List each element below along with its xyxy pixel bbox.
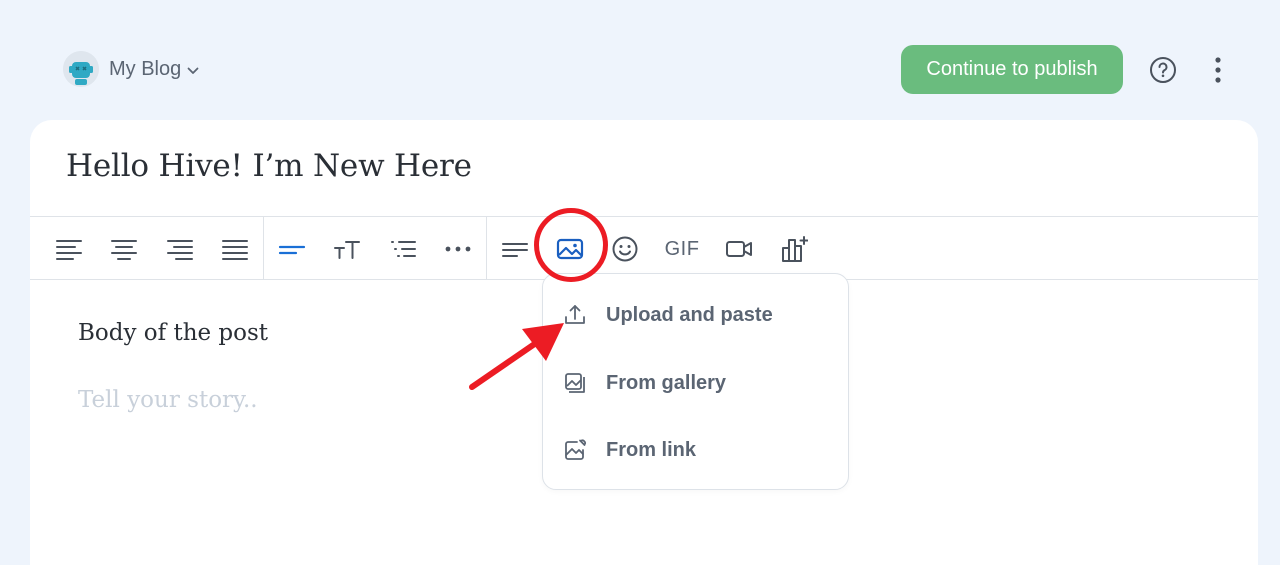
toolbar-separator	[486, 217, 487, 280]
align-center-button[interactable]	[106, 231, 142, 267]
post-title[interactable]: Hello Hive! I’m New Here	[66, 148, 472, 184]
chart-icon	[782, 236, 808, 262]
menu-item-label: From link	[606, 438, 697, 461]
menu-item-from-link[interactable]: From link	[543, 422, 848, 478]
chevron-down-icon	[187, 67, 199, 74]
avatar	[63, 51, 99, 87]
more-dots-icon	[445, 246, 471, 252]
menu-item-from-gallery[interactable]: From gallery	[543, 355, 848, 411]
text-style-button[interactable]	[274, 231, 310, 267]
align-right-icon	[167, 240, 193, 260]
list-icon	[391, 241, 416, 257]
text-style-icon	[278, 245, 306, 255]
emoji-icon	[612, 236, 638, 262]
robot-avatar-icon	[63, 51, 99, 87]
align-right-button[interactable]	[162, 231, 198, 267]
video-icon	[726, 241, 752, 257]
gif-button[interactable]: GIF	[660, 231, 704, 267]
image-insert-menu: Upload and paste From gallery From link	[542, 273, 849, 490]
more-formatting-button[interactable]	[440, 231, 476, 267]
menu-item-label: Upload and paste	[606, 303, 773, 326]
annotation-highlight-circle	[534, 208, 608, 282]
toolbar-separator	[263, 217, 264, 280]
emoji-button[interactable]	[607, 231, 643, 267]
align-justify-button[interactable]	[217, 231, 253, 267]
body-label: Body of the post	[78, 320, 269, 346]
text-size-button[interactable]	[329, 231, 365, 267]
continue-to-publish-button[interactable]: Continue to publish	[901, 45, 1123, 94]
video-button[interactable]	[721, 231, 757, 267]
list-button[interactable]	[385, 231, 421, 267]
help-icon[interactable]	[1149, 56, 1177, 84]
blog-name: My Blog	[109, 57, 182, 80]
paragraph-button[interactable]	[497, 231, 533, 267]
formatting-toolbar: GIF	[30, 216, 1258, 280]
align-left-button[interactable]	[51, 231, 87, 267]
menu-item-upload-and-paste[interactable]: Upload and paste	[543, 287, 848, 343]
more-options-icon[interactable]	[1208, 56, 1228, 84]
story-input[interactable]	[78, 382, 498, 418]
gif-label: GIF	[664, 237, 700, 260]
align-center-icon	[111, 240, 137, 260]
align-justify-icon	[222, 240, 248, 260]
align-left-icon	[56, 240, 82, 260]
blog-switcher[interactable]: My Blog	[63, 51, 199, 87]
text-size-icon	[334, 241, 360, 259]
annotation-arrow-icon	[469, 323, 564, 390]
paragraph-icon	[502, 243, 528, 257]
chart-button[interactable]	[776, 231, 812, 267]
menu-item-label: From gallery	[606, 371, 727, 394]
link-image-icon	[565, 439, 587, 460]
